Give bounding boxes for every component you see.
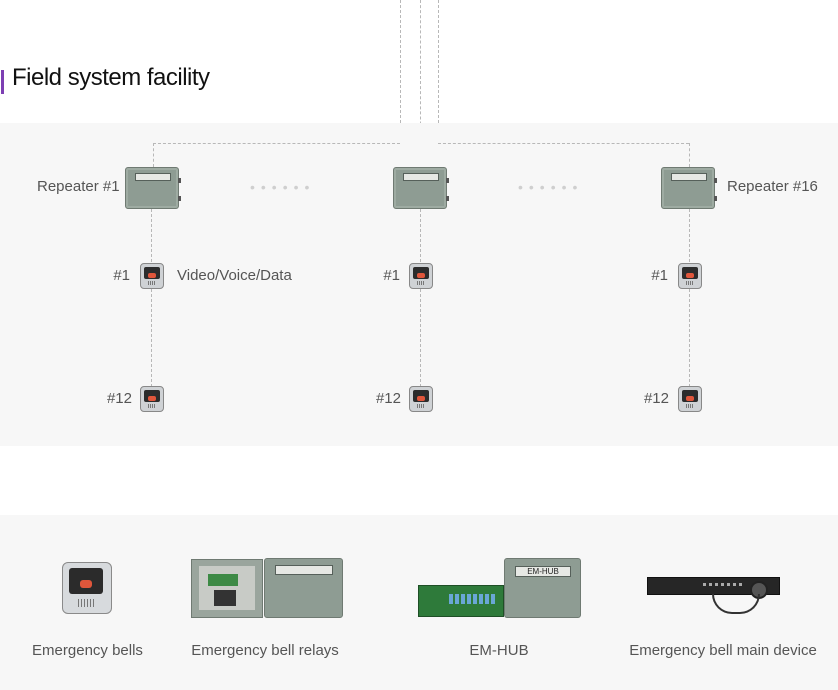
trunk-line-right [438, 0, 439, 143]
emergency-bell-icon [140, 263, 164, 289]
bell-last-label: #12 [106, 390, 132, 407]
emergency-bell-icon [409, 386, 433, 412]
device-caption: Emergency bell relays [191, 642, 339, 659]
bell-first-label: #1 [383, 267, 400, 284]
section-title: Field system facility [12, 64, 210, 91]
repeater-1-label: Repeater #1 [37, 178, 120, 195]
bell-last-label: #12 [375, 390, 401, 407]
device-caption: Emergency bell main device [629, 642, 817, 659]
ellipsis-left: •••••• [250, 179, 316, 195]
emergency-bell-icon [140, 386, 164, 412]
relay-box-icon [264, 558, 343, 618]
trunk-line-left [400, 0, 401, 143]
drop-line-right [689, 143, 690, 167]
emergency-bell-icon [409, 263, 433, 289]
bell-first-label: #1 [113, 267, 130, 284]
branch-line-right [438, 143, 689, 144]
hub-board-icon [418, 585, 504, 617]
repeater-1-icon [125, 167, 181, 209]
emergency-bell-icon [678, 386, 702, 412]
repeater-16-label: Repeater #16 [727, 178, 818, 195]
em-hub-plate-text: EM-HUB [515, 566, 571, 577]
bell-first-label: #1 [651, 267, 668, 284]
ellipsis-right: •••••• [518, 179, 584, 195]
emergency-bell-icon [678, 263, 702, 289]
bell-chain-line-right [689, 209, 690, 387]
device-caption: Emergency bells [32, 642, 143, 659]
em-hub-icon: EM-HUB [504, 558, 581, 618]
drop-line-left [153, 143, 154, 167]
relay-box-open-icon [191, 559, 263, 618]
title-accent-bar [1, 70, 4, 94]
device-caption: EM-HUB [469, 642, 529, 659]
emergency-bell-icon [62, 562, 112, 614]
repeater-16-icon [661, 167, 717, 209]
link-label: Video/Voice/Data [177, 267, 292, 284]
branch-line-left [153, 143, 400, 144]
bell-last-label: #12 [643, 390, 669, 407]
bell-chain-line-left [151, 209, 152, 387]
bell-chain-line-center [420, 209, 421, 387]
repeater-middle-icon [393, 167, 449, 209]
